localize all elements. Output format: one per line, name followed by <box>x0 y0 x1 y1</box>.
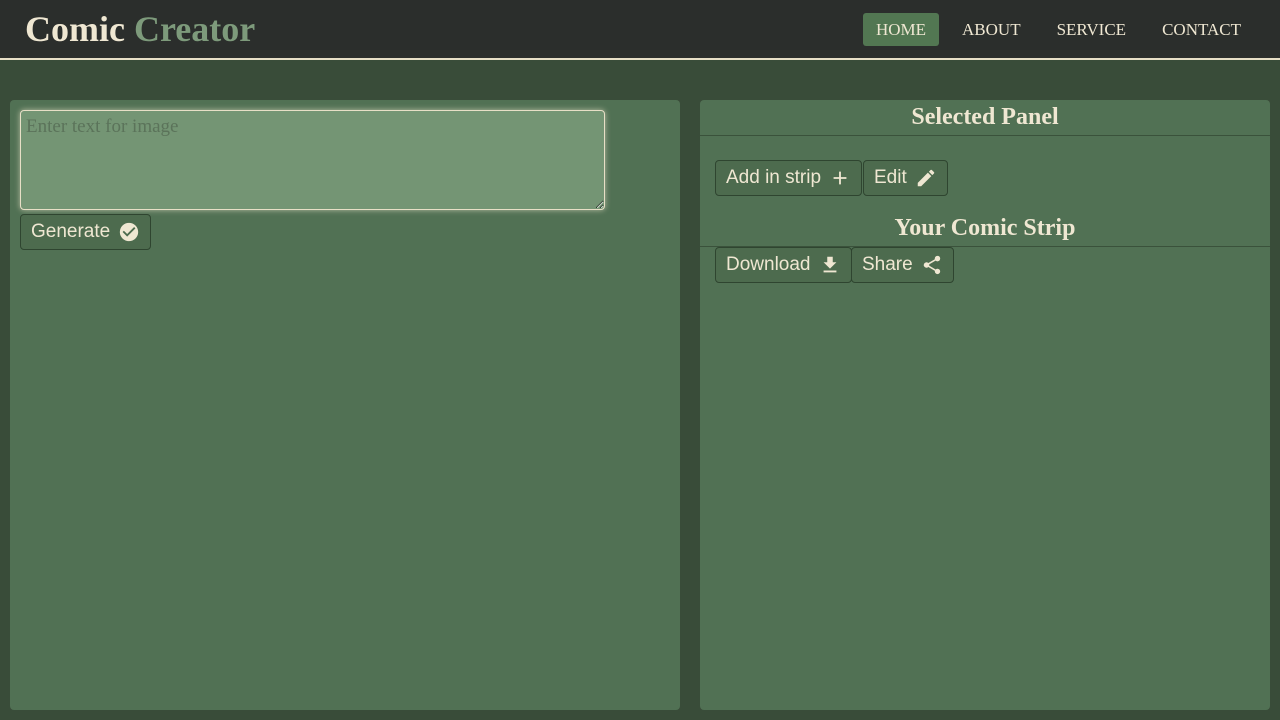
brand-logo[interactable]: Comic Creator <box>25 8 255 50</box>
editor-panel: Generate <box>10 100 680 710</box>
download-button[interactable]: Download <box>715 247 852 283</box>
image-text-input[interactable] <box>20 110 605 210</box>
pencil-icon <box>917 169 935 187</box>
nav-item-contact[interactable]: CONTACT <box>1149 13 1254 46</box>
download-label: Download <box>726 254 811 275</box>
output-panel: Selected Panel Add in strip Edit Your Co… <box>700 100 1270 710</box>
generate-button[interactable]: Generate <box>20 214 152 250</box>
check-circle-icon <box>120 222 139 242</box>
edit-button[interactable]: Edit <box>863 160 948 196</box>
comic-strip-title: Your Comic Strip <box>894 215 1076 241</box>
selected-panel-divider <box>700 135 1270 136</box>
selected-panel-title: Selected Panel <box>911 104 1059 130</box>
plus-icon <box>833 171 847 185</box>
nav-links: HOME ABOUT SERVICE CONTACT <box>862 13 1254 46</box>
share-icon <box>923 255 940 275</box>
brand-word-creator: Creator <box>133 9 256 49</box>
nav-item-service[interactable]: SERVICE <box>1044 13 1139 46</box>
share-label: Share <box>862 254 913 275</box>
add-in-strip-label: Add in strip <box>726 167 822 188</box>
navbar: Comic Creator HOME ABOUT SERVICE CONTACT <box>0 0 1280 60</box>
brand-word-comic: Comic <box>25 9 125 49</box>
nav-item-home[interactable]: HOME <box>862 13 940 46</box>
nav-item-about[interactable]: ABOUT <box>949 13 1034 46</box>
edit-label: Edit <box>874 167 907 188</box>
add-in-strip-button[interactable]: Add in strip <box>715 160 863 196</box>
download-icon <box>823 256 836 273</box>
generate-label: Generate <box>31 221 111 242</box>
share-button[interactable]: Share <box>851 247 954 283</box>
